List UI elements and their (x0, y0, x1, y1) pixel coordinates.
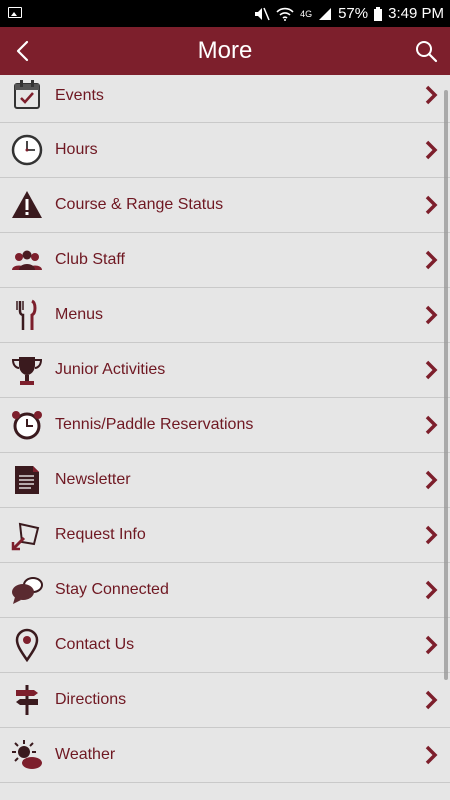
signpost-icon (16, 685, 38, 715)
menu-item-hours[interactable]: Hours (0, 123, 450, 178)
menu-item-label: Stay Connected (55, 581, 169, 598)
menu-item-label: Junior Activities (55, 361, 166, 378)
chevron-right-icon (425, 140, 438, 160)
app-bar: More (0, 27, 450, 75)
menu-item-label: Events (55, 87, 104, 104)
menu-item-stay-connected[interactable]: Stay Connected (0, 563, 450, 618)
chevron-right-icon (425, 415, 438, 435)
chevron-right-icon (425, 580, 438, 600)
trophy-icon (11, 357, 43, 385)
fork-knife-icon (16, 299, 37, 330)
mute-icon (255, 7, 270, 20)
menu-item-events[interactable]: Events (0, 75, 450, 123)
menu-item-junior-activities[interactable]: Junior Activities (0, 343, 450, 398)
chevron-right-icon (425, 195, 438, 215)
gallery-notification-icon (8, 7, 22, 18)
alarm-clock-icon (12, 411, 42, 440)
menu-item-weather[interactable]: Weather (0, 728, 450, 783)
chevron-right-icon (425, 305, 438, 325)
scrollbar[interactable] (444, 90, 448, 680)
menu-item-label: Menus (55, 306, 104, 323)
location-pin-icon (15, 628, 39, 662)
network-type: 4G (300, 8, 313, 19)
status-bar: 4G 57% 3:49 PM (0, 0, 450, 27)
chevron-right-icon (425, 85, 438, 105)
chevron-right-icon (425, 745, 438, 765)
menu-item-directions[interactable]: Directions (0, 673, 450, 728)
document-icon (15, 466, 39, 494)
warning-icon (12, 191, 42, 218)
chevron-right-icon (425, 470, 438, 490)
status-icons: 4G 57% 3:49 PM (254, 0, 444, 27)
menu-item-menus[interactable]: Menus (0, 288, 450, 343)
search-icon[interactable] (412, 37, 440, 65)
menu-item-label: Weather (55, 746, 116, 763)
menu-list: Events Hours Course & Range Status Club Sta… (0, 75, 450, 800)
chevron-right-icon (425, 250, 438, 270)
signal-icon (319, 7, 332, 20)
chevron-right-icon (425, 360, 438, 380)
menu-item-label: Directions (55, 691, 127, 708)
menu-item-tennis-paddle-reservations[interactable]: Tennis/Paddle Reservations (0, 398, 450, 453)
menu-item-request-info[interactable]: Request Info (0, 508, 450, 563)
menu-item-label: Contact Us (55, 636, 135, 653)
menu-item-club-staff[interactable]: Club Staff (0, 233, 450, 288)
sun-cloud-icon (12, 740, 42, 769)
menu-item-label: Request Info (55, 526, 146, 543)
menu-item-label: Newsletter (55, 471, 131, 488)
menu-item-label: Tennis/Paddle Reservations (55, 416, 254, 433)
battery-percent: 57% (338, 5, 369, 22)
menu-item-course-range-status[interactable]: Course & Range Status (0, 178, 450, 233)
battery-icon (374, 6, 383, 21)
chevron-right-icon (425, 525, 438, 545)
calendar-icon (14, 80, 40, 109)
page-title: More (197, 37, 253, 64)
people-icon (12, 250, 42, 270)
wifi-icon (276, 7, 294, 21)
chevron-right-icon (425, 690, 438, 710)
menu-item-label: Course & Range Status (55, 196, 224, 213)
menu-item-label: Club Staff (55, 251, 125, 268)
menu-item-label: Hours (55, 141, 98, 158)
menu-item-contact-us[interactable]: Contact Us (0, 618, 450, 673)
clock-icon (11, 134, 43, 166)
chat-bubbles-icon (12, 577, 43, 604)
clock-time: 3:49 PM (388, 5, 444, 22)
menu-item-newsletter[interactable]: Newsletter (0, 453, 450, 508)
chevron-right-icon (425, 635, 438, 655)
request-form-icon (11, 522, 40, 551)
